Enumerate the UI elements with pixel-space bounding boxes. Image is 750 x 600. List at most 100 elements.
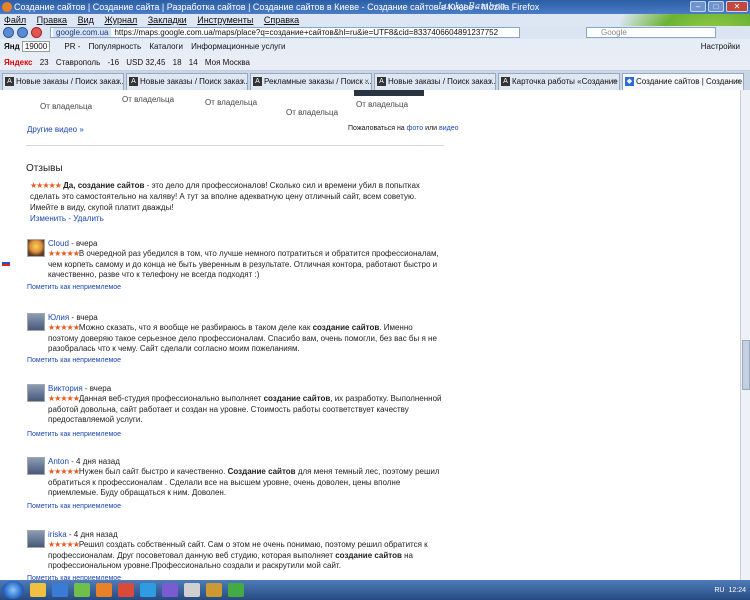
tab-favicon-icon: ◆ [625, 77, 634, 87]
delete-review-link[interactable]: Удалить [73, 214, 104, 223]
yandex-item-mail[interactable]: 18 [173, 58, 182, 67]
settings-button[interactable]: Настройки [701, 39, 740, 55]
url-text: https://maps.google.com.ua/maps/place?q=… [114, 28, 499, 37]
reviewer: Виктория - вчера [48, 384, 111, 395]
app-icon[interactable] [162, 583, 178, 597]
review-date: - 4 дня назад [66, 530, 118, 539]
report-video-link[interactable]: видео [439, 125, 459, 132]
search-input[interactable]: Google [586, 27, 716, 38]
tab-close-icon[interactable]: × [612, 74, 617, 90]
reviewer-name-link[interactable]: iriska [48, 530, 67, 539]
reviewer-name-link[interactable]: Anton [48, 457, 69, 466]
yandex-logo[interactable]: Яндекс [4, 58, 32, 67]
maximize-button[interactable]: □ [708, 1, 724, 12]
tab-site-creation[interactable]: ◆ Создание сайтов | Создание ... × [622, 73, 744, 90]
menu-bookmarks[interactable]: Закладки [148, 15, 187, 25]
explorer-icon[interactable] [30, 583, 46, 597]
url-bar[interactable]: google.com.ua https://maps.google.com.ua/… [50, 27, 520, 38]
menu-help[interactable]: Справка [264, 15, 299, 25]
tab-favicon-icon: A [501, 77, 510, 87]
review-item: iriska - 4 дня назад ★★★★★Решил создать … [27, 530, 445, 580]
media-icon[interactable] [74, 583, 90, 597]
app-icon[interactable] [184, 583, 200, 597]
flag-inappropriate-link[interactable]: Пометить как неприемлемое [27, 283, 121, 294]
avatar[interactable] [27, 384, 45, 402]
flag-inappropriate-link[interactable]: Пометить как неприемлемое [27, 356, 121, 367]
yandex-item-count[interactable]: 23 [40, 58, 49, 67]
app-icon[interactable] [206, 583, 222, 597]
flag-inappropriate-link[interactable]: Пометить как неприемлемое [27, 502, 121, 513]
avatar[interactable] [27, 313, 45, 331]
vertical-scrollbar[interactable] [740, 90, 750, 580]
rating-stars: ★★★★★ [48, 249, 80, 258]
reviewer-name-link[interactable]: Cloud [48, 239, 69, 248]
tab-close-icon[interactable]: × [488, 74, 493, 90]
more-videos-link[interactable]: Другие видео » [27, 125, 84, 134]
tab-new-orders-3[interactable]: A Новые заказы / Поиск заказ... × [374, 73, 496, 90]
site-identity-badge[interactable]: google.com.ua [53, 28, 112, 37]
firefox-taskbar-icon[interactable] [96, 583, 112, 597]
avatar[interactable] [27, 457, 45, 475]
input-language[interactable]: RU [714, 587, 724, 594]
yandex-item-city[interactable]: Ставрополь [56, 58, 100, 67]
video-thumbnail[interactable] [354, 90, 424, 96]
tab-new-orders-2[interactable]: A Новые заказы / Поиск заказ... × [126, 73, 248, 90]
menu-view[interactable]: Вид [78, 15, 94, 25]
skype-icon[interactable] [140, 583, 156, 597]
minimize-button[interactable]: – [690, 1, 706, 12]
tab-close-icon[interactable]: × [116, 74, 121, 90]
bookmark-popularity[interactable]: Популярность [89, 42, 142, 51]
window-titlebar: Создание сайтов | Создание сайта | Разра… [0, 0, 750, 14]
yandex-item-news[interactable]: 14 [189, 58, 198, 67]
tab-close-icon[interactable]: × [240, 74, 245, 90]
review-date: - вчера [68, 239, 98, 248]
back-icon[interactable] [3, 27, 14, 38]
review-text: ★★★★★Решил создать собственный сайт. Сам… [48, 540, 428, 570]
close-button[interactable]: ✕ [726, 1, 748, 12]
report-photo-link[interactable]: фото [407, 125, 424, 132]
avatar[interactable] [27, 239, 45, 257]
clock[interactable]: 12:24 [728, 587, 746, 594]
ie-icon[interactable] [52, 583, 68, 597]
edit-review-link[interactable]: Изменить [30, 214, 66, 223]
tab-work-card[interactable]: A Карточка работы «Создание ... × [498, 73, 620, 90]
menu-file[interactable]: Файл [4, 15, 26, 25]
report-prefix: Пожаловаться на [348, 125, 405, 132]
avatar[interactable] [27, 530, 45, 548]
page-content: От владельца От владельца От владельца О… [0, 90, 740, 580]
tab-close-icon[interactable]: × [736, 74, 741, 90]
menu-edit[interactable]: Правка [37, 15, 67, 25]
scrollbar-thumb[interactable] [742, 340, 750, 390]
menu-history[interactable]: Журнал [104, 15, 137, 25]
rating-stars: ★★★★★ [48, 540, 80, 549]
tab-favicon-icon: A [129, 77, 138, 87]
tab-ad-orders[interactable]: A Рекламные заказы / Поиск ... × [250, 73, 372, 90]
opera-icon[interactable] [118, 583, 134, 597]
yandex-item-my-moscow[interactable]: Моя Москва [205, 58, 250, 67]
review-item: Cloud - вчера ★★★★★В очередной раз убеди… [27, 239, 445, 299]
yandex-item-weather[interactable]: -16 [107, 58, 119, 67]
start-button[interactable] [2, 581, 24, 599]
theme-watermark: Lucky Bamboo [438, 2, 506, 12]
pagerank-label: PR - [64, 42, 81, 51]
menu-tools[interactable]: Инструменты [197, 15, 253, 25]
app-icon[interactable] [228, 583, 244, 597]
firefox-icon [2, 2, 12, 12]
review-text: ★★★★★Можно сказать, что я вообще не разб… [48, 323, 437, 353]
stop-icon[interactable] [31, 27, 42, 38]
flag-inappropriate-link[interactable]: Пометить как неприемлемое [27, 430, 121, 441]
video-owner-label: От владельца [40, 102, 93, 111]
reviewer-name-link[interactable]: Юлия [48, 313, 69, 322]
tab-strip: A Новые заказы / Поиск заказ... × A Новые з… [0, 71, 750, 90]
reviewer-name-link[interactable]: Виктория [48, 384, 83, 393]
system-tray: RU 12:24 [714, 587, 750, 594]
review-date: - 4 дня назад [68, 457, 120, 466]
forward-icon[interactable] [17, 27, 28, 38]
language-flag-icon [2, 260, 10, 266]
tab-close-icon[interactable]: × [364, 74, 369, 90]
yandex-item-currency[interactable]: USD 32,45 [126, 58, 165, 67]
bookmark-catalogs[interactable]: Каталоги [149, 42, 183, 51]
bookmark-info-services[interactable]: Информационные услуги [191, 42, 285, 51]
tab-new-orders-1[interactable]: A Новые заказы / Поиск заказ... × [2, 73, 124, 90]
reviewer: Юлия - вчера [48, 313, 98, 324]
